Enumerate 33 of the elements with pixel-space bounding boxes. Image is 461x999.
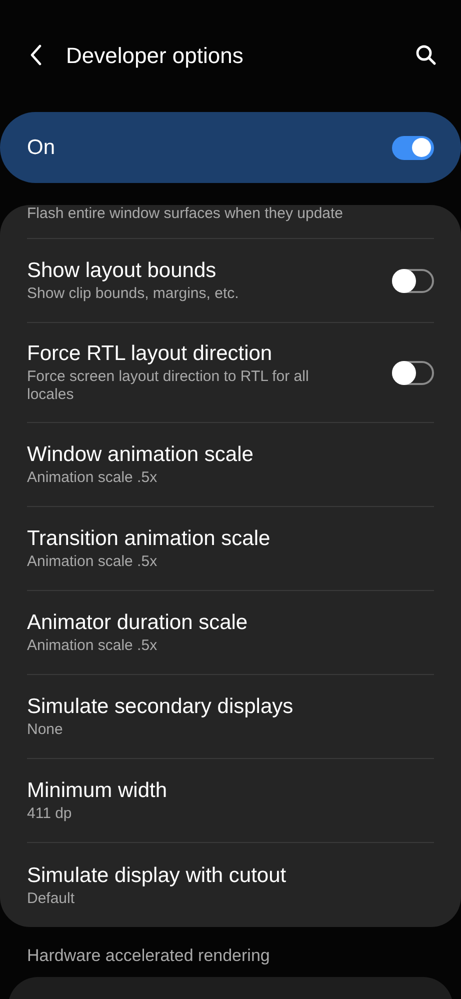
master-toggle[interactable] [392, 136, 434, 160]
setting-title: Minimum width [27, 778, 168, 804]
search-icon[interactable] [415, 44, 437, 66]
setting-summary: Animation scale .5x [27, 469, 158, 487]
setting-summary: Default [27, 890, 76, 908]
setting-row[interactable]: Simulate display with cutout Default [27, 843, 434, 927]
setting-title: Animator duration scale [27, 610, 249, 636]
setting-summary: Animation scale .5x [27, 637, 158, 655]
setting-row[interactable]: Simulate secondary displays None [27, 675, 434, 759]
master-switch-bar[interactable]: On [0, 112, 461, 183]
setting-row[interactable]: Show layout bounds Show clip bounds, margins, etc. [27, 239, 434, 323]
toggle-switch[interactable] [392, 268, 434, 292]
setting-title: Show layout bounds [27, 258, 218, 284]
setting-summary: None [27, 721, 64, 739]
setting-title: Transition animation scale [27, 526, 272, 552]
setting-summary: Flash entire window surfaces when they update [27, 205, 344, 223]
setting-title: Window animation scale [27, 442, 254, 468]
setting-title: Simulate display with cutout [27, 862, 288, 888]
setting-summary: Animation scale .5x [27, 553, 158, 571]
toggle-switch[interactable] [392, 360, 434, 384]
setting-row[interactable]: Force RTL layout direction Force screen layout direction to RTL for all locales [27, 323, 434, 423]
setting-summary: 411 dp [27, 805, 73, 823]
setting-title: Simulate secondary displays [27, 694, 294, 720]
setting-row[interactable]: Animator duration scale Animation scale .5x [27, 591, 434, 675]
page-title: Developer options [66, 42, 244, 70]
setting-summary: Show clip bounds, margins, etc. [27, 285, 240, 303]
section-header: Hardware accelerated rendering [26, 945, 271, 967]
master-switch-label: On [27, 134, 56, 161]
setting-title: Force RTL layout direction [27, 341, 274, 367]
setting-row[interactable]: Transition animation scale Animation scale .5x [27, 507, 434, 591]
setting-row[interactable]: Window animation scale Animation scale .5x [27, 423, 434, 507]
setting-row[interactable]: Minimum width 411 dp [27, 759, 434, 843]
setting-summary: Force screen layout direction to RTL for all locales [27, 368, 310, 404]
